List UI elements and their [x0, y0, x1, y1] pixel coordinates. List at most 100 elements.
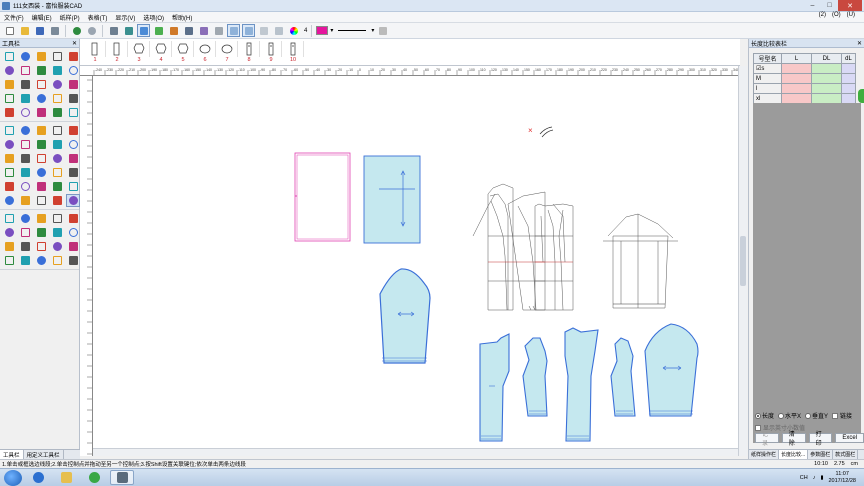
taskbar-cad[interactable] [110, 470, 134, 485]
horizontal-scrollbar[interactable] [93, 448, 738, 456]
tool-button[interactable] [18, 106, 32, 119]
size-name-cell[interactable]: xl [753, 93, 782, 104]
tool-button[interactable] [50, 78, 64, 91]
tool-button[interactable] [18, 166, 32, 179]
cell-L[interactable] [781, 83, 812, 94]
vertical-scroll-thumb[interactable] [740, 236, 746, 286]
print-button[interactable] [48, 24, 61, 37]
tool-button[interactable] [2, 124, 16, 137]
minimize-button[interactable]: – [804, 0, 821, 11]
size-name-cell[interactable]: M [753, 73, 782, 84]
volume-icon[interactable]: ♪ [813, 475, 816, 481]
print-table-button[interactable]: 打印 [808, 432, 833, 447]
tool-button[interactable] [34, 194, 48, 207]
pattern-construction-front[interactable] [472, 183, 546, 311]
tool-button[interactable] [34, 180, 48, 193]
measure-button[interactable] [197, 24, 210, 37]
new-file-button[interactable] [3, 24, 16, 37]
radio-vertical[interactable]: 垂直Y [805, 411, 828, 420]
tool-button[interactable] [18, 240, 32, 253]
tool-button[interactable] [34, 124, 48, 137]
pattern-piece-side-right[interactable] [610, 337, 636, 417]
tab-custom-tools[interactable]: 用定义工具栏 [24, 450, 64, 459]
taskbar-browser[interactable] [26, 470, 50, 485]
tool-button[interactable] [50, 106, 64, 119]
tool-button[interactable] [18, 180, 32, 193]
tool-button[interactable] [34, 138, 48, 151]
pattern-thumbnail[interactable] [238, 41, 260, 57]
tool-button[interactable] [66, 92, 80, 105]
canvas-drawing[interactable]: × [93, 76, 738, 448]
menu-right-3[interactable]: (U) [844, 12, 858, 18]
close-icon[interactable]: ✕ [72, 40, 77, 47]
table-row[interactable]: xl [753, 93, 856, 104]
grading-button[interactable] [167, 24, 180, 37]
pen-color-swatch[interactable] [316, 26, 329, 35]
taskbar-folder[interactable] [54, 470, 78, 485]
tab-parameter-chart[interactable]: 参数图栏 [808, 450, 834, 459]
tool-button[interactable] [34, 254, 48, 267]
cell-DL[interactable] [811, 63, 842, 74]
tool-button[interactable] [2, 78, 16, 91]
tool-button[interactable] [18, 194, 32, 207]
table-row[interactable]: l [753, 83, 856, 94]
pattern-construction-sleeve[interactable] [603, 213, 678, 309]
compare-results-area[interactable] [753, 103, 861, 443]
pattern-thumbnail[interactable] [216, 41, 238, 57]
tool-button[interactable] [34, 240, 48, 253]
help-pointer-button[interactable] [376, 24, 389, 37]
table-row[interactable]: ☑s [753, 63, 856, 74]
piece-fill-button[interactable] [152, 24, 165, 37]
maximize-button[interactable]: □ [821, 0, 838, 11]
tool-button[interactable] [18, 226, 32, 239]
tool-button[interactable] [50, 152, 64, 165]
menu-pattern[interactable]: 纸样(P) [56, 13, 84, 22]
pattern-piece-rect-filled[interactable] [363, 155, 421, 244]
menu-file[interactable]: 文件(F) [0, 13, 28, 22]
tool-button[interactable] [18, 138, 32, 151]
tool-button[interactable] [2, 194, 16, 207]
tool-button[interactable] [2, 50, 16, 63]
tool-button[interactable] [50, 180, 64, 193]
tool-button[interactable] [34, 78, 48, 91]
menu-options[interactable]: 选项(O) [139, 13, 168, 22]
tool-button[interactable] [34, 226, 48, 239]
menu-edit[interactable]: 编辑(E) [28, 13, 56, 22]
cell-L[interactable] [781, 73, 812, 84]
save-button[interactable] [33, 24, 46, 37]
tool-button[interactable] [34, 152, 48, 165]
fill-button[interactable] [272, 24, 285, 37]
tool-button[interactable] [2, 212, 16, 225]
tool-button[interactable] [2, 180, 16, 193]
tool-button[interactable] [34, 212, 48, 225]
tool-button[interactable] [50, 254, 64, 267]
tool-button[interactable] [66, 194, 80, 207]
chevron-down-icon[interactable]: ▾ [330, 27, 333, 34]
tool-button[interactable] [66, 152, 80, 165]
checkbox-link[interactable]: 链接 [832, 411, 852, 420]
tool-button[interactable] [2, 254, 16, 267]
layout-button[interactable] [122, 24, 135, 37]
pattern-thumbnail[interactable] [128, 41, 150, 57]
tool-button[interactable] [50, 226, 64, 239]
pattern-piece-side-left[interactable] [522, 337, 548, 417]
menu-right-1[interactable]: (2) [816, 12, 829, 18]
menu-table[interactable]: 表格(T) [84, 13, 112, 22]
tool-button[interactable] [66, 50, 80, 63]
chevron-down-icon[interactable]: ▾ [371, 27, 374, 34]
cell-DL[interactable] [811, 93, 842, 104]
tab-tools[interactable]: 工具栏 [0, 450, 24, 459]
tool-button[interactable] [50, 124, 64, 137]
start-button[interactable] [4, 469, 22, 486]
record-button[interactable]: 记录 [755, 432, 779, 447]
tool-button[interactable] [66, 254, 80, 267]
menu-right-2[interactable]: (O) [829, 12, 844, 18]
tab-length-compare[interactable]: 长度比较... [779, 450, 809, 459]
tool-button[interactable] [18, 78, 32, 91]
table-view-button[interactable] [137, 24, 150, 37]
pattern-thumbnail[interactable] [172, 41, 194, 57]
tool-button[interactable] [50, 166, 64, 179]
display-mode-2-button[interactable] [242, 24, 255, 37]
menu-help[interactable]: 帮助(H) [168, 13, 196, 22]
tool-button[interactable] [66, 64, 80, 77]
